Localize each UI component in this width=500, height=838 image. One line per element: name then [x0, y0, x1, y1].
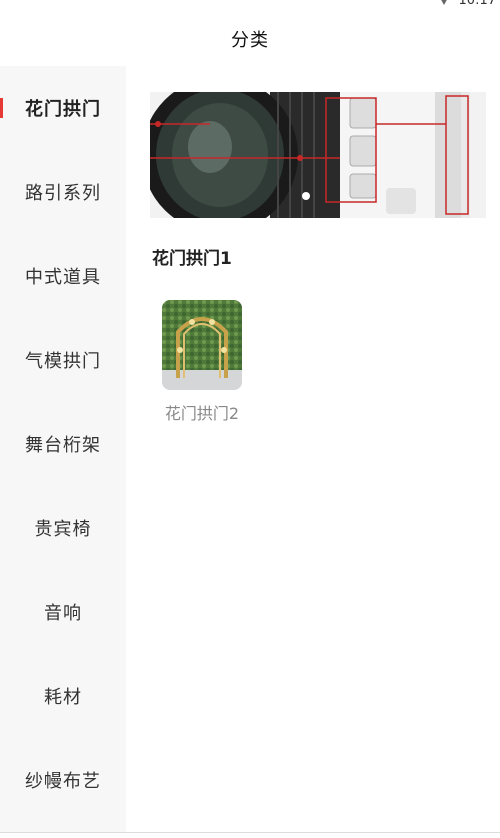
bottom-divider [0, 832, 500, 833]
sidebar-item-label: 花门拱门 [25, 99, 101, 120]
sidebar-item-audio[interactable]: 音响 [0, 570, 126, 654]
status-time: 10:17 [458, 0, 496, 8]
sidebar-item-label: 舞台桁架 [25, 435, 101, 456]
sidebar-item-road-guide[interactable]: 路引系列 [0, 150, 126, 234]
category-sidebar: 花门拱门 路引系列 中式道具 气模拱门 舞台桁架 贵宾椅 音响 耗材 纱幔布艺 [0, 66, 126, 832]
sidebar-item-label: 气模拱门 [25, 351, 101, 372]
sidebar-item-label: 中式道具 [25, 267, 101, 288]
product-thumbnail [162, 300, 242, 390]
camera-lens-banner [150, 92, 486, 218]
sidebar-item-label: 耗材 [44, 687, 82, 708]
active-indicator [0, 98, 3, 118]
sidebar-item-flower-arch[interactable]: 花门拱门 [0, 66, 126, 150]
category-content: 花门拱门1 花门拱门2 [126, 66, 500, 832]
flower-arch-thumbnail [162, 300, 242, 390]
sidebar-item-stage-truss[interactable]: 舞台桁架 [0, 402, 126, 486]
wifi-icon [441, 0, 447, 5]
sidebar-item-label: 纱幔布艺 [25, 771, 101, 792]
page-title: 分类 [231, 30, 269, 51]
sidebar-item-label: 贵宾椅 [34, 519, 92, 540]
product-label: 花门拱门2 [164, 404, 240, 423]
sidebar-item-label: 路引系列 [25, 183, 101, 204]
status-bar: 10:17 [0, 0, 500, 12]
product-card[interactable]: 花门拱门2 [162, 300, 246, 424]
sidebar-item-chinese-props[interactable]: 中式道具 [0, 234, 126, 318]
header: 分类 [0, 12, 500, 66]
sidebar-item-consumables[interactable]: 耗材 [0, 654, 126, 738]
section-title: 花门拱门1 [152, 249, 232, 269]
sidebar-item-drapery[interactable]: 纱幔布艺 [0, 738, 126, 822]
sidebar-item-label: 音响 [44, 603, 82, 624]
sidebar-item-vip-chair[interactable]: 贵宾椅 [0, 486, 126, 570]
sidebar-item-inflatable-arch[interactable]: 气模拱门 [0, 318, 126, 402]
banner-image[interactable] [150, 92, 486, 218]
